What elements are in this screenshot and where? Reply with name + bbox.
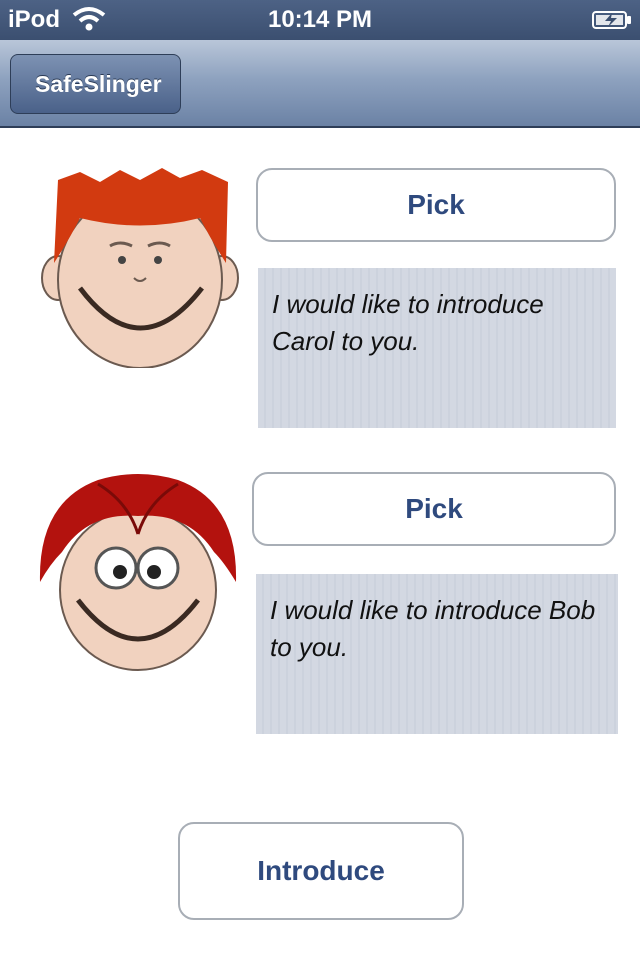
introduce-button[interactable]: Introduce bbox=[178, 822, 464, 920]
boy-red-spiky-hair-avatar bbox=[41, 168, 239, 368]
pick-button-1[interactable]: Pick bbox=[256, 168, 616, 242]
status-bar: iPod 10:14 PM bbox=[0, 0, 640, 40]
message-text-1[interactable]: I would like to introduce Carol to you. bbox=[258, 268, 616, 428]
pick-button-2[interactable]: Pick bbox=[252, 472, 616, 546]
girl-red-hair-glasses-avatar bbox=[39, 474, 237, 671]
navigation-bar: SafeSlinger bbox=[0, 40, 640, 128]
message-text-2[interactable]: I would like to introduce Bob to you. bbox=[256, 574, 618, 734]
back-button-label: SafeSlinger bbox=[35, 71, 162, 97]
battery-charging-icon bbox=[592, 11, 631, 29]
status-time: 10:14 PM bbox=[267, 6, 373, 33]
back-button[interactable]: SafeSlinger bbox=[10, 54, 181, 114]
